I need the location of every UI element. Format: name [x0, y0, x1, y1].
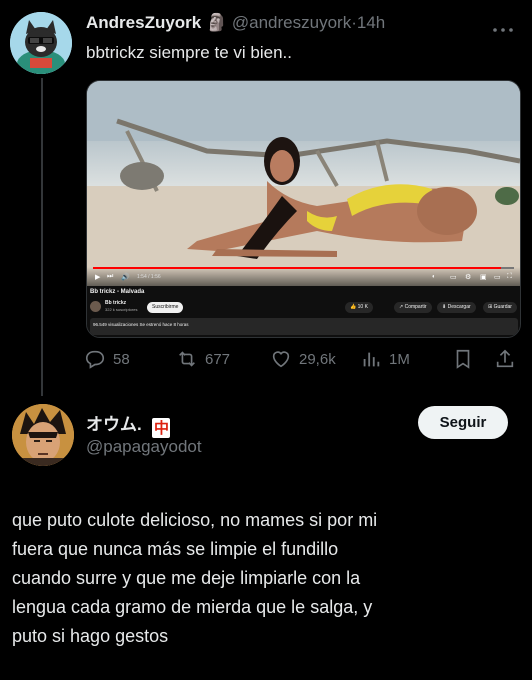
reply-action[interactable]: 58: [84, 348, 130, 370]
thread-connector-line: [41, 78, 43, 396]
repost-count: 677: [205, 350, 231, 368]
save-label: Guardar: [493, 304, 512, 310]
channel-name[interactable]: Bb trickz: [105, 300, 126, 306]
share-label: Compartir: [404, 304, 427, 310]
channel-avatar[interactable]: [90, 301, 101, 312]
repost-icon: [179, 351, 195, 367]
video-title: Bb trickz - Malvada: [90, 289, 145, 295]
tweet1-author-line: AndresZuyork 🗿 @andreszuyork·14h: [86, 13, 385, 33]
theater-icon[interactable]: ▭: [494, 273, 501, 281]
avatar-papagayodot[interactable]: [12, 404, 74, 466]
like-count-button[interactable]: 👍 10 K: [345, 302, 373, 313]
reply-count: 58: [113, 350, 130, 368]
progress-track[interactable]: [93, 267, 514, 269]
tweet2-display-name[interactable]: オウム.: [86, 415, 142, 434]
tweet1-text: bbtrickz siempre te vi bien..: [86, 43, 292, 62]
like-count: 10 K: [357, 304, 368, 310]
next-icon[interactable]: ⏭: [107, 273, 113, 281]
video-frame[interactable]: ▶ ⏭ 🔊 1:54 / 1:56 ◐ ▭ ⚙ ▣ ▭ ⛶: [87, 81, 520, 286]
share-action[interactable]: [494, 348, 516, 370]
heart-icon: [272, 351, 290, 368]
tweet2-text-line: que puto culote delicioso, no mames si p…: [12, 510, 378, 530]
subscriber-count: 322 k suscriptores: [105, 307, 138, 312]
tweet2-handle[interactable]: @papagayodot: [86, 437, 202, 457]
tweet2-author-line: オウム. 中: [86, 410, 171, 438]
repost-action[interactable]: 677: [176, 348, 230, 370]
download-button[interactable]: ⬇ Descargar: [437, 302, 476, 313]
autoplay-toggle-icon[interactable]: ◐: [432, 274, 436, 280]
tweet2-text-line: puto si hago gestos: [12, 626, 169, 646]
views-action[interactable]: 1M: [360, 348, 410, 370]
reply-icon: [85, 350, 105, 369]
video-controls-bar: ▶ ⏭ 🔊 1:54 / 1:56 ◐ ▭ ⚙ ▣ ▭ ⛶: [87, 267, 520, 286]
subscribe-button[interactable]: Suscribirme: [147, 302, 184, 313]
tweet1-display-name[interactable]: AndresZuyork: [86, 13, 201, 32]
moai-emoji: 🗿: [205, 13, 228, 32]
avatar-andreszuyork[interactable]: [10, 12, 72, 74]
bookmark-action[interactable]: [452, 348, 474, 370]
cat-avatar-image: [10, 12, 72, 74]
video-time: 1:54 / 1:56: [137, 274, 161, 280]
video-description: 96.549 visualizaciones Se estrenó hace 8…: [93, 322, 189, 327]
view-count: 1M: [389, 350, 410, 368]
miniplayer-icon[interactable]: ▣: [480, 273, 487, 281]
youtube-meta-panel: Bb trickz - Malvada Bb trickz 322 k susc…: [87, 286, 520, 337]
follow-button[interactable]: Seguir: [418, 406, 508, 439]
tweet1-time[interactable]: 14h: [357, 13, 385, 32]
progress-fill: [93, 267, 502, 269]
warrior-avatar-image: [12, 404, 74, 466]
more-dots-icon[interactable]: [492, 20, 514, 38]
play-icon[interactable]: ▶: [95, 273, 100, 281]
share-button[interactable]: ↗ Compartir: [394, 302, 432, 313]
like-count-tweet: 29,6k: [299, 350, 336, 368]
analytics-icon: [363, 352, 380, 367]
mahjong-tile-badge: 中: [152, 417, 171, 438]
tweet1-handle[interactable]: @andreszuyork: [232, 13, 351, 32]
like-action[interactable]: 29,6k: [270, 348, 336, 370]
subtitles-icon[interactable]: ▭: [450, 273, 457, 281]
tweet2-text-line: lengua cada gramo de mierda que le salga…: [12, 597, 373, 617]
volume-icon[interactable]: 🔊: [121, 273, 130, 281]
download-label: Descargar: [447, 304, 471, 310]
tweet2-text: que puto culote delicioso, no mames si p…: [12, 506, 522, 651]
save-button[interactable]: ⊞ Guardar: [483, 302, 517, 313]
tweet2-text-line: fuera que nunca más se limpie el fundill…: [12, 539, 339, 559]
description-box[interactable]: 96.549 visualizaciones Se estrenó hace 8…: [90, 318, 518, 335]
settings-icon[interactable]: ⚙: [465, 273, 471, 281]
tweet2-text-line: cuando surre y que me deje limpiarle con…: [12, 568, 361, 588]
fullscreen-icon[interactable]: ⛶: [507, 273, 512, 281]
beach-scene-image: [87, 81, 520, 286]
tweet1-media-card[interactable]: ▶ ⏭ 🔊 1:54 / 1:56 ◐ ▭ ⚙ ▣ ▭ ⛶ Bb trickz …: [86, 80, 521, 338]
bookmark-icon: [456, 349, 470, 369]
share-icon: [496, 349, 514, 368]
